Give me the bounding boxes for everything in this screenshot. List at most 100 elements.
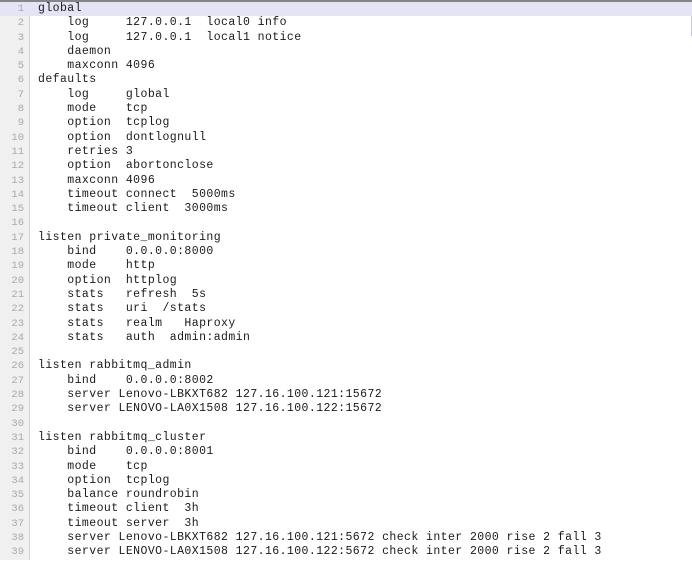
code-line-text: timeout client 3h (38, 502, 200, 516)
code-line[interactable]: 23 stats realm Haproxy (0, 317, 692, 331)
code-line[interactable]: 2 log 127.0.0.1 local0 info (0, 16, 692, 30)
line-number: 12 (11, 160, 24, 173)
code-line[interactable]: 29 server LENOVO-LA0X1508 127.16.100.122… (0, 402, 692, 416)
code-line[interactable]: 6 defaults (0, 73, 692, 87)
line-number: 18 (11, 246, 24, 259)
code-line[interactable]: 9 option tcplog (0, 116, 692, 130)
code-line-text: option abortonclose (38, 159, 214, 173)
line-number: 7 (17, 88, 24, 101)
code-line[interactable]: 10 option dontlognull (0, 131, 692, 145)
line-number: 5 (17, 60, 24, 73)
code-line[interactable]: 16 (0, 216, 692, 230)
code-line[interactable]: 8 mode tcp (0, 102, 692, 116)
code-content-area[interactable]: 1 global 2 log 127.0.0.1 local0 info 3 log … (0, 2, 692, 560)
code-line[interactable]: 28 server Lenovo-LBKXT682 127.16.100.121… (0, 388, 692, 402)
line-number: 27 (11, 374, 24, 387)
code-line[interactable]: 1 global (0, 2, 692, 17)
code-line[interactable]: 37 timeout server 3h (0, 517, 692, 531)
code-line[interactable]: 36 timeout client 3h (0, 502, 692, 516)
code-editor[interactable]: 1 global 2 log 127.0.0.1 local0 info 3 log … (0, 0, 692, 573)
line-number: 10 (11, 131, 24, 144)
code-line[interactable]: 17 listen private_monitoring (0, 231, 692, 245)
line-number: 39 (11, 546, 24, 559)
code-line[interactable]: 22 stats uri /stats (0, 302, 692, 316)
line-number: 23 (11, 317, 24, 330)
line-number: 25 (11, 346, 24, 359)
line-number: 29 (11, 403, 24, 416)
code-line-text: retries 3 (38, 144, 134, 158)
code-line-text: bind 0.0.0.0:8001 (38, 445, 214, 459)
code-line-text: global (38, 2, 82, 15)
code-line[interactable]: 24 stats auth admin:admin (0, 331, 692, 345)
code-line-text: stats realm Haproxy (38, 316, 236, 330)
code-line[interactable]: 39 server LENOVO-LA0X1508 127.16.100.122… (0, 545, 692, 559)
code-line-text: timeout client 3000ms (38, 202, 229, 216)
code-line[interactable]: 4 daemon (0, 45, 692, 59)
code-line-text: timeout server 3h (38, 516, 200, 530)
code-line-text: daemon (38, 44, 112, 58)
line-number: 3 (17, 31, 24, 44)
line-number: 35 (11, 489, 24, 502)
line-number: 28 (11, 389, 24, 402)
line-number: 15 (11, 203, 24, 216)
line-number: 16 (11, 217, 24, 230)
code-line-text: server LENOVO-LA0X1508 127.16.100.122:56… (38, 545, 602, 559)
line-number: 24 (11, 331, 24, 344)
code-line[interactable]: 14 timeout connect 5000ms (0, 188, 692, 202)
line-number: 9 (17, 117, 24, 130)
code-line-text: bind 0.0.0.0:8000 (38, 245, 214, 259)
line-number: 6 (17, 74, 24, 87)
code-line-text: log 127.0.0.1 local1 notice (38, 30, 302, 44)
code-line[interactable]: 19 mode http (0, 259, 692, 273)
code-line-text: stats uri /stats (38, 302, 207, 316)
code-line-text: listen private_monitoring (38, 230, 222, 244)
line-number: 38 (11, 531, 24, 544)
line-number: 17 (11, 231, 24, 244)
code-line[interactable]: 5 maxconn 4096 (0, 59, 692, 73)
code-line[interactable]: 27 bind 0.0.0.0:8002 (0, 374, 692, 388)
code-line-text: listen rabbitmq_cluster (38, 430, 207, 444)
code-line[interactable]: 30 (0, 417, 692, 431)
line-number: 2 (17, 17, 24, 30)
code-line[interactable]: 15 timeout client 3000ms (0, 202, 692, 216)
code-line[interactable]: 11 retries 3 (0, 145, 692, 159)
code-line[interactable]: 7 log global (0, 88, 692, 102)
line-number: 22 (11, 303, 24, 316)
code-line-text: option httplog (38, 273, 178, 287)
code-line-text: timeout connect 5000ms (38, 187, 236, 201)
line-number: 30 (11, 417, 24, 430)
code-line[interactable]: 25 (0, 345, 692, 359)
line-number: 37 (11, 517, 24, 530)
code-line[interactable]: 12 option abortonclose (0, 159, 692, 173)
line-number: 20 (11, 274, 24, 287)
code-line[interactable]: 31 listen rabbitmq_cluster (0, 431, 692, 445)
code-line[interactable]: 3 log 127.0.0.1 local1 notice (0, 31, 692, 45)
code-line-text: stats auth admin:admin (38, 330, 251, 344)
code-line-text: option tcplog (38, 473, 170, 487)
code-line[interactable]: 38 server Lenovo-LBKXT682 127.16.100.121… (0, 531, 692, 545)
line-number: 19 (11, 260, 24, 273)
line-number: 4 (17, 45, 24, 58)
code-line-text: option tcplog (38, 116, 170, 130)
code-line[interactable]: 35 balance roundrobin (0, 488, 692, 502)
code-line[interactable]: 26 listen rabbitmq_admin (0, 359, 692, 373)
code-line[interactable]: 13 maxconn 4096 (0, 174, 692, 188)
code-line-text: defaults (38, 73, 97, 87)
code-line-text: listen rabbitmq_admin (38, 359, 192, 373)
code-line[interactable]: 21 stats refresh 5s (0, 288, 692, 302)
code-line[interactable]: 18 bind 0.0.0.0:8000 (0, 245, 692, 259)
line-number: 11 (11, 145, 24, 158)
code-line-text: server Lenovo-LBKXT682 127.16.100.121:56… (38, 530, 602, 544)
code-line[interactable]: 33 mode tcp (0, 460, 692, 474)
line-number: 1 (17, 3, 24, 15)
code-line-text: option dontlognull (38, 130, 207, 144)
code-line-text: maxconn 4096 (38, 59, 156, 73)
code-line-text: server Lenovo-LBKXT682 127.16.100.121:15… (38, 388, 383, 402)
code-line-text: stats refresh 5s (38, 287, 207, 301)
code-line[interactable]: 20 option httplog (0, 274, 692, 288)
line-number: 36 (11, 503, 24, 516)
code-line[interactable]: 34 option tcplog (0, 474, 692, 488)
code-line[interactable]: 32 bind 0.0.0.0:8001 (0, 445, 692, 459)
code-line-text: mode tcp (38, 102, 148, 116)
line-number: 21 (11, 288, 24, 301)
